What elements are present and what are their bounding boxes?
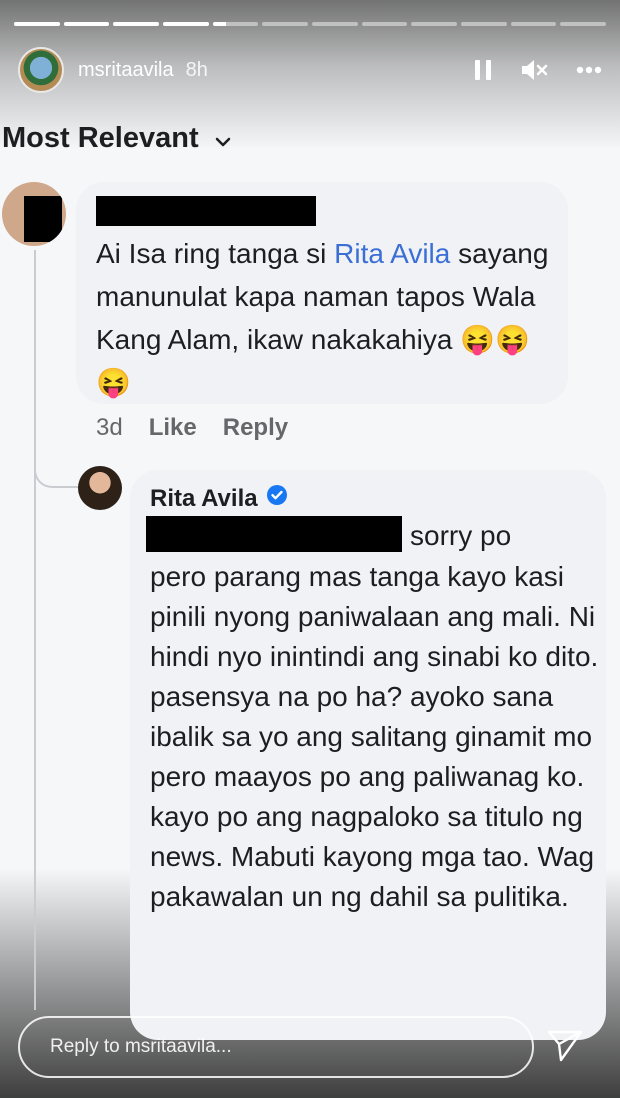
mute-icon[interactable] — [520, 58, 548, 82]
more-icon[interactable] — [576, 66, 602, 74]
comment-text-part: Ai Isa ring tanga si — [96, 238, 335, 269]
progress-segment — [361, 22, 408, 26]
like-button[interactable]: Like — [149, 414, 197, 442]
progress-fill — [14, 22, 60, 26]
mention-link[interactable]: Rita Avila — [334, 238, 450, 269]
reply-text-first-line: sorry po — [410, 520, 512, 551]
send-icon[interactable] — [546, 1028, 584, 1069]
progress-fill — [163, 22, 209, 26]
story-time: 8h — [185, 58, 208, 81]
progress-segment — [212, 22, 259, 26]
progress-fill — [212, 22, 227, 26]
verified-badge-icon — [266, 484, 288, 513]
sort-dropdown[interactable]: Most Relevant — [2, 122, 231, 155]
username[interactable]: msritaavila — [78, 59, 174, 82]
progress-segment — [113, 22, 160, 26]
progress-fill — [63, 22, 110, 26]
reply-author-name[interactable]: Rita Avila — [150, 485, 258, 513]
comment-actions: 3d Like Reply — [96, 414, 288, 442]
reply-author[interactable]: Rita Avila — [150, 484, 288, 513]
story-header: msritaavila 8h — [18, 46, 602, 94]
progress-segment — [510, 22, 557, 26]
redacted-name — [146, 516, 402, 552]
redacted-name — [96, 196, 316, 226]
thread-line — [34, 250, 36, 1010]
pause-icon[interactable] — [474, 59, 492, 81]
comment-time: 3d — [96, 414, 123, 441]
reply-input[interactable]: Reply to msritaavila... — [18, 1016, 534, 1078]
progress-segment — [560, 22, 607, 26]
progress-segment — [63, 22, 110, 26]
progress-segment — [461, 22, 507, 26]
reply-author-avatar[interactable] — [78, 466, 122, 510]
sort-label: Most Relevant — [2, 122, 199, 154]
progress-segment — [14, 22, 60, 26]
comment-text: Ai Isa ring tanga si Rita Avila sayang m… — [96, 232, 556, 404]
progress-fill — [113, 22, 160, 26]
progress-segment — [262, 22, 309, 26]
thread-connector — [34, 440, 80, 488]
reply-text: pero parang mas tanga kayo kasi pinili n… — [150, 561, 599, 912]
commenter-avatar[interactable] — [2, 182, 66, 246]
progress-segment — [163, 22, 209, 26]
redaction-box — [24, 196, 62, 242]
profile-avatar[interactable] — [18, 47, 64, 93]
story-progress-bar — [14, 22, 607, 26]
progress-segment — [312, 22, 358, 26]
header-controls — [474, 58, 602, 82]
reply-placeholder: Reply to msritaavila... — [50, 1036, 232, 1057]
reply-button[interactable]: Reply — [223, 414, 288, 442]
progress-segment — [411, 22, 458, 26]
chevron-down-icon — [215, 122, 231, 155]
